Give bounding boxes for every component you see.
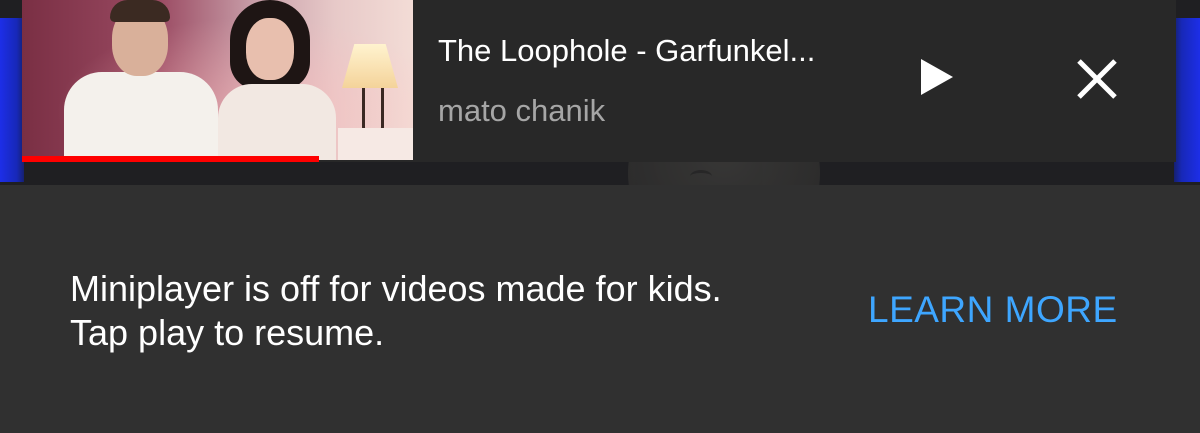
video-title[interactable]: The Loophole - Garfunkel... xyxy=(438,32,858,70)
miniplayer[interactable]: The Loophole - Garfunkel... mato chanik xyxy=(22,0,1176,162)
miniplayer-info-snackbar: Miniplayer is off for videos made for ki… xyxy=(0,185,1200,433)
playback-progress-fill xyxy=(22,156,320,162)
play-icon xyxy=(921,59,953,95)
person-left xyxy=(64,72,218,160)
playback-progress-bar xyxy=(22,156,413,162)
snackbar-message-line-2: Tap play to resume. xyxy=(70,312,385,353)
snackbar-message-line-1: Miniplayer is off for videos made for ki… xyxy=(70,268,722,309)
background-edge-right xyxy=(1174,18,1200,182)
close-button[interactable] xyxy=(1064,46,1130,112)
video-thumbnail[interactable] xyxy=(22,0,413,160)
background-edge-left xyxy=(0,18,24,182)
learn-more-button[interactable]: LEARN MORE xyxy=(868,288,1118,332)
snackbar-message: Miniplayer is off for videos made for ki… xyxy=(70,267,830,355)
close-icon xyxy=(1077,59,1117,99)
play-button[interactable] xyxy=(904,44,970,110)
channel-name[interactable]: mato chanik xyxy=(438,92,605,130)
